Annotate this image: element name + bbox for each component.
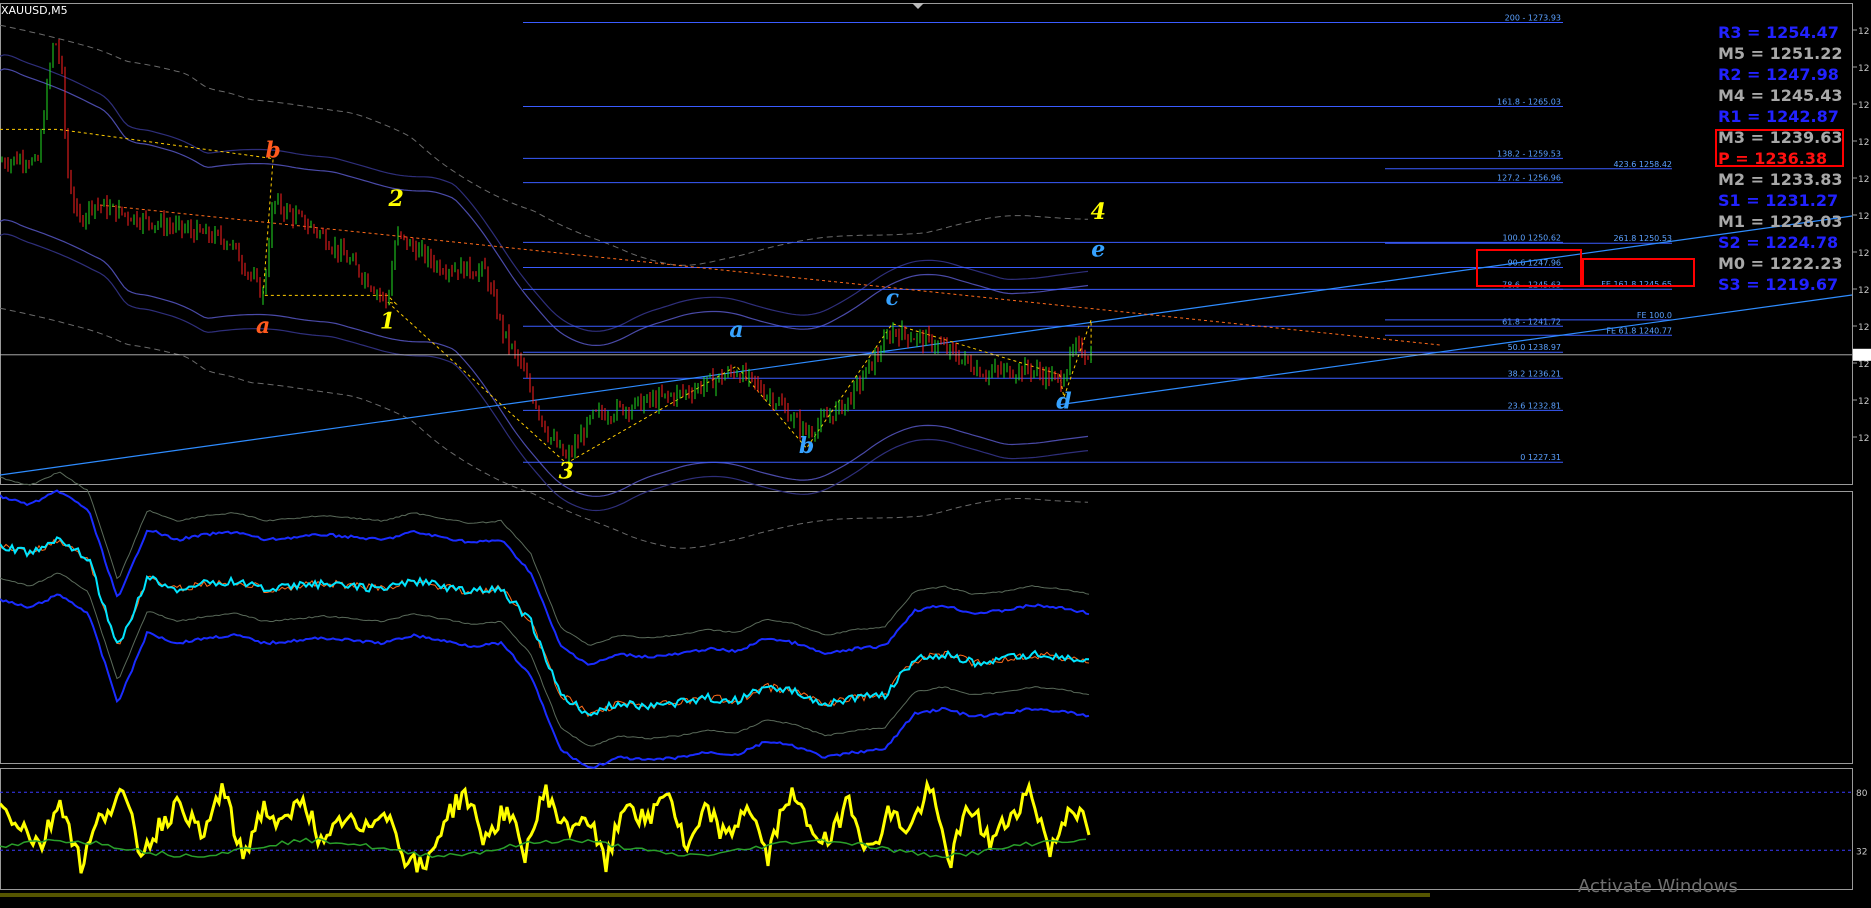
pivot-level: M2 = 1233.83 — [1718, 170, 1843, 189]
rsi-line — [0, 778, 1091, 874]
rsi-signal-line — [0, 837, 1087, 859]
fib-level-label: 138.2 - 1259.53 — [1497, 149, 1561, 158]
indicator-bands — [0, 24, 1089, 549]
fib-level-label: 78.6 - 1245.63 — [1502, 280, 1561, 289]
wave-label: b — [799, 433, 814, 459]
pivot-level: M5 = 1251.22 — [1718, 44, 1843, 63]
fib-extension-label: FE 161.8 1245.65 — [1601, 280, 1672, 289]
wave-label: a — [729, 317, 743, 343]
pivot-panel: R3 = 1254.47 M5 = 1251.22 R2 = 1247.98 M4 =… — [1718, 22, 1871, 295]
rsi-level-label: 32 — [1856, 847, 1867, 857]
outer-band — [0, 24, 1089, 266]
current-price-tag — [1853, 348, 1871, 361]
wave-label: d — [1056, 389, 1071, 415]
pivot-level: M3 = 1239.63 — [1718, 128, 1843, 147]
trading-chart[interactable]: 200 - 1273.93 161.8 - 1265.03 138.2 - 1259… — [0, 0, 1871, 908]
axis-tick-label: 12 — [1858, 323, 1869, 333]
fib-level-label: 0 1227.31 — [1520, 453, 1561, 462]
axis-tick-label: 12 — [1858, 434, 1869, 444]
pivot-level: R2 = 1247.98 — [1718, 65, 1839, 84]
fib-extension-label: 423.6 1258.42 — [1613, 160, 1672, 169]
shift-marker-icon — [912, 3, 924, 9]
wave-label: c — [886, 285, 900, 311]
pivot-level: S1 = 1231.27 — [1718, 191, 1839, 210]
fib-level-label: 61.8 - 1241.72 — [1502, 317, 1561, 326]
pivot-level: S2 = 1224.78 — [1718, 233, 1839, 252]
oscillator-panel — [0, 471, 1090, 769]
rsi-level-label: 80 — [1856, 789, 1868, 799]
wave-label: a — [256, 313, 270, 339]
wave-label: 1 — [380, 308, 395, 334]
axis-tick-label: 12 — [1858, 360, 1869, 370]
fib-extension-label: FE 100.0 — [1637, 311, 1672, 320]
oscillator-line — [0, 593, 1090, 769]
symbol-label: XAUUSD,M5 — [1, 4, 68, 17]
pivot-level: M1 = 1228.03 — [1718, 212, 1843, 231]
price-candles — [1, 39, 1092, 465]
activate-windows-watermark: Activate Windows — [1578, 876, 1738, 897]
chart-frame — [0, 3, 1853, 890]
fib-level-label: 100.0 1250.62 — [1502, 233, 1561, 242]
wave-labels: a b 1 2 3 a b c 4 e d — [256, 138, 1106, 485]
wave-label: b — [265, 138, 280, 164]
fib-level-label: 127.2 - 1256.96 — [1497, 174, 1561, 183]
wave-label: 3 — [559, 458, 574, 484]
trend-lines — [0, 128, 1853, 476]
oscillator-line — [0, 471, 1090, 646]
envelope-band — [0, 219, 1089, 497]
wave-label: 4 — [1091, 199, 1106, 225]
fib-level-label: 50.0 1238.97 — [1508, 343, 1561, 352]
price-axis: 121212121212121212121212 — [0, 27, 1871, 444]
wave-label: e — [1091, 237, 1105, 263]
axis-tick-label: 12 — [1858, 397, 1869, 407]
trend-line-upper — [1056, 294, 1853, 406]
zigzag-line — [0, 128, 1092, 464]
outer-band — [0, 307, 1089, 549]
pivot-level: M4 = 1245.43 — [1718, 86, 1843, 105]
fib-level-label: 200 - 1273.93 — [1505, 14, 1561, 23]
panel-frame — [0, 491, 1853, 764]
envelope-band — [0, 68, 1089, 347]
pivot-level: P = 1236.38 — [1718, 149, 1828, 168]
fib-level-label: 161.8 - 1265.03 — [1497, 97, 1561, 106]
panel-frame — [0, 3, 1853, 485]
envelope-band — [0, 233, 1089, 512]
pivot-level: R3 = 1254.47 — [1718, 23, 1839, 42]
wave-label: 2 — [387, 186, 403, 212]
bottom-indicator-strip — [0, 893, 1430, 897]
pivot-level: M0 = 1222.23 — [1718, 254, 1843, 273]
fib-level-label: 38.2 1236.21 — [1508, 369, 1561, 378]
pivot-level: S3 = 1219.67 — [1718, 275, 1839, 294]
pivot-level: R1 = 1242.87 — [1718, 107, 1839, 126]
fib-level-label: 23.6 1232.81 — [1508, 401, 1561, 410]
